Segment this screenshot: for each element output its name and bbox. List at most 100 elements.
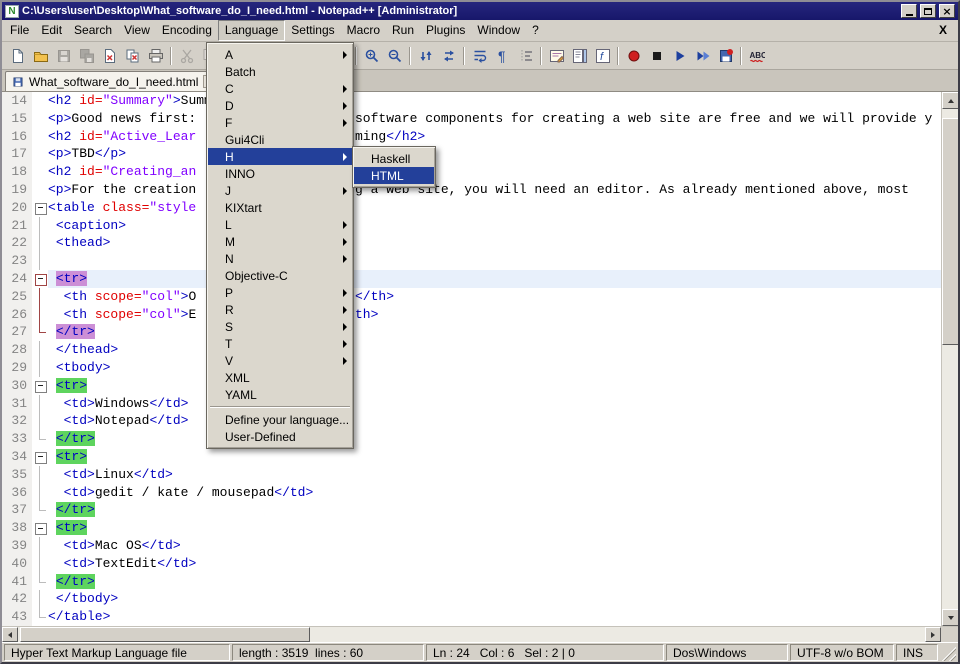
editor-line-17[interactable]: 17<p>TBD</p> xyxy=(2,145,941,163)
editor[interactable]: 14<h2 id="Summary">Summary</h2>15<p>Good… xyxy=(2,92,958,626)
fold-toggle-icon[interactable] xyxy=(32,377,48,395)
code-text[interactable]: </tbody> xyxy=(48,590,941,608)
toolbar-macro-playback-button[interactable] xyxy=(668,44,691,67)
code-text[interactable]: </tr> xyxy=(48,430,941,448)
editor-line-24[interactable]: 24 <tr> xyxy=(2,270,941,288)
fold-toggle-icon[interactable] xyxy=(32,519,48,537)
menubar-item-help[interactable]: ? xyxy=(526,20,545,41)
language-menu-item-s[interactable]: S xyxy=(208,318,352,335)
fold-toggle-icon[interactable] xyxy=(32,448,48,466)
toolbar-save-file-button[interactable] xyxy=(52,44,75,67)
language-menu-item-kixtart[interactable]: KIXtart xyxy=(208,199,352,216)
code-text[interactable]: </tr> xyxy=(48,501,941,519)
code-text[interactable]: <th scope="col">O</th> xyxy=(48,288,941,306)
editor-line-14[interactable]: 14<h2 id="Summary">Summary</h2> xyxy=(2,92,941,110)
code-text[interactable]: <td>Mac OS</td> xyxy=(48,537,941,555)
language-menu-item-n[interactable]: N xyxy=(208,250,352,267)
menubar-item-plugins[interactable]: Plugins xyxy=(420,20,471,41)
code-text[interactable]: <p>Good news first: software components … xyxy=(48,110,941,128)
editor-line-39[interactable]: 39 <td>Mac OS</td> xyxy=(2,537,941,555)
editor-line-43[interactable]: 43</table> xyxy=(2,608,941,626)
language-menu-item-objective-c[interactable]: Objective-C xyxy=(208,267,352,284)
language-menu-item-l[interactable]: L xyxy=(208,216,352,233)
resize-grip[interactable] xyxy=(940,644,956,661)
editor-line-27[interactable]: 27 </tr> xyxy=(2,323,941,341)
menubar-item-edit[interactable]: Edit xyxy=(35,20,68,41)
toolbar-show-all-characters-button[interactable]: ¶ xyxy=(491,44,514,67)
toolbar-document-map-button[interactable] xyxy=(568,44,591,67)
close-button[interactable]: × xyxy=(939,4,955,18)
toolbar-function-list-button[interactable]: f xyxy=(591,44,614,67)
menubar-item-window[interactable]: Window xyxy=(471,20,526,41)
editor-line-28[interactable]: 28 </thead> xyxy=(2,341,941,359)
menubar-item-file[interactable]: File xyxy=(4,20,35,41)
fold-toggle-icon[interactable] xyxy=(32,199,48,217)
code-text[interactable]: <h2 id="Active_Learming</h2> xyxy=(48,128,941,146)
code-text[interactable]: <td>Windows</td> xyxy=(48,395,941,413)
horizontal-scroll-track[interactable] xyxy=(18,627,925,642)
maximize-button[interactable] xyxy=(920,4,936,18)
editor-line-34[interactable]: 34 <tr> xyxy=(2,448,941,466)
toolbar-close-all-button[interactable] xyxy=(121,44,144,67)
menubar-item-run[interactable]: Run xyxy=(386,20,420,41)
editor-line-29[interactable]: 29 <tbody> xyxy=(2,359,941,377)
code-text[interactable]: <p>TBD</p> xyxy=(48,145,941,163)
editor-line-25[interactable]: 25 <th scope="col">O</th> xyxy=(2,288,941,306)
scroll-down-button[interactable] xyxy=(942,609,958,626)
language-menu-item-batch[interactable]: Batch xyxy=(208,63,352,80)
language-menu-item-a[interactable]: A xyxy=(208,46,352,63)
language-menu-item-inno[interactable]: INNO xyxy=(208,165,352,182)
code-text[interactable]: <h2 id="Creating_aniting</h2> xyxy=(48,163,941,181)
code-text[interactable]: <td>Notepad</td> xyxy=(48,412,941,430)
editor-line-15[interactable]: 15<p>Good news first: software component… xyxy=(2,110,941,128)
horizontal-scroll-thumb[interactable] xyxy=(20,627,310,642)
toolbar-zoom-in-button[interactable] xyxy=(360,44,383,67)
language-menu-item-xml[interactable]: XML xyxy=(208,369,352,386)
scroll-up-button[interactable] xyxy=(942,92,958,109)
language-menu-item-r[interactable]: R xyxy=(208,301,352,318)
code-text[interactable]: <thead> xyxy=(48,234,941,252)
code-text[interactable]: <h2 id="Summary">Summary</h2> xyxy=(48,92,941,110)
editor-line-42[interactable]: 42 </tbody> xyxy=(2,590,941,608)
code-text[interactable]: <tr> xyxy=(48,519,941,537)
code-text[interactable]: <tr> xyxy=(48,377,941,395)
code-text[interactable]: </thead> xyxy=(48,341,941,359)
toolbar-show-indent-guide-button[interactable] xyxy=(514,44,537,67)
toolbar-save-all-button[interactable] xyxy=(75,44,98,67)
code-text[interactable]: <td>Linux</td> xyxy=(48,466,941,484)
editor-line-33[interactable]: 33 </tr> xyxy=(2,430,941,448)
toolbar-close-file-button[interactable] xyxy=(98,44,121,67)
code-text[interactable]: <th scope="col">Eth> xyxy=(48,306,941,324)
toolbar-cut-button[interactable] xyxy=(175,44,198,67)
horizontal-scrollbar[interactable] xyxy=(2,626,958,642)
code-text[interactable]: <td>TextEdit</td> xyxy=(48,555,941,573)
editor-line-40[interactable]: 40 <td>TextEdit</td> xyxy=(2,555,941,573)
language-menu-item-define-your-language[interactable]: Define your language... xyxy=(208,411,352,428)
code-text[interactable]: <caption> xyxy=(48,217,941,235)
code-text[interactable]: <td>gedit / kate / mousepad</td> xyxy=(48,484,941,502)
editor-line-26[interactable]: 26 <th scope="col">Eth> xyxy=(2,306,941,324)
toolbar-zoom-out-button[interactable] xyxy=(383,44,406,67)
status-eol-format[interactable]: Dos\Windows xyxy=(666,644,788,661)
toolbar-macro-run-multiple-button[interactable] xyxy=(691,44,714,67)
language-menu-item-gui4cli[interactable]: Gui4Cli xyxy=(208,131,352,148)
menubar-item-settings[interactable]: Settings xyxy=(285,20,340,41)
language-menu-item-f[interactable]: F xyxy=(208,114,352,131)
toolbar-open-file-button[interactable] xyxy=(29,44,52,67)
menubar-item-view[interactable]: View xyxy=(118,20,156,41)
editor-line-21[interactable]: 21 <caption> xyxy=(2,217,941,235)
code-text[interactable]: </table> xyxy=(48,608,941,626)
language-submenu-item-html[interactable]: HTML xyxy=(354,167,434,184)
app-icon[interactable]: N xyxy=(5,5,19,18)
toolbar-word-wrap-button[interactable] xyxy=(468,44,491,67)
editor-line-37[interactable]: 37 </tr> xyxy=(2,501,941,519)
editor-line-19[interactable]: 19<p>For the creationg a web site, you w… xyxy=(2,181,941,199)
language-menu-item-h[interactable]: H xyxy=(208,148,352,165)
language-menu-item-t[interactable]: T xyxy=(208,335,352,352)
status-doc-type[interactable]: Hyper Text Markup Language file xyxy=(4,644,230,661)
toolbar-spell-check-button[interactable]: ABC xyxy=(745,44,768,67)
menubar-item-encoding[interactable]: Encoding xyxy=(156,20,218,41)
toolbar-print-button[interactable] xyxy=(144,44,167,67)
scroll-left-button[interactable] xyxy=(2,627,18,642)
toolbar-macro-stop-button[interactable] xyxy=(645,44,668,67)
